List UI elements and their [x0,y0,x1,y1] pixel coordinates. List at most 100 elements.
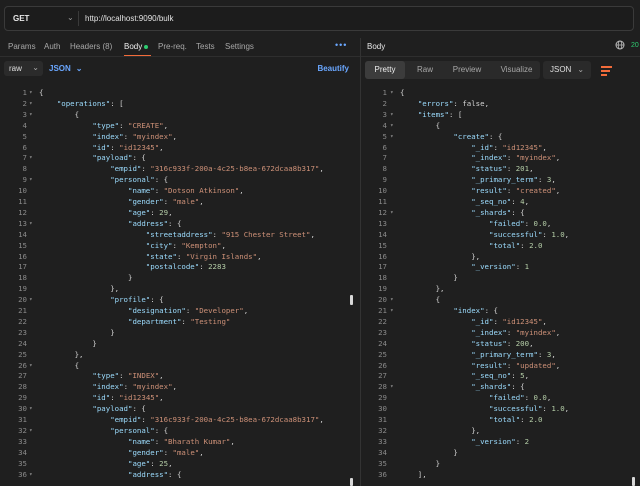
code-line[interactable]: 29 "id": "id12345", [0,392,360,403]
code-line[interactable]: 14 "successful": 1.0, [361,229,640,240]
code-line[interactable]: 36 ], [361,469,640,480]
fold-toggle-icon[interactable]: ▾ [29,109,33,120]
code-line[interactable]: 30 "successful": 1.0, [361,403,640,414]
code-line[interactable]: 15 "city": "Kempton", [0,240,360,251]
fold-toggle-icon[interactable]: ▾ [29,218,33,229]
code-line[interactable]: 31 "empid": "316c933f-200a-4c25-b8ea-672… [0,414,360,425]
code-line[interactable]: 13 "failed": 0.0, [361,218,640,229]
code-line[interactable]: 17 "_version": 1 [361,261,640,272]
code-line[interactable]: 27 "_seq_no": 5, [361,370,640,381]
code-line[interactable]: 5 ▾ "create": { [361,131,640,142]
fold-toggle-icon[interactable]: ▾ [390,294,394,305]
code-line[interactable]: 2 "errors": false, [361,98,640,109]
fold-toggle-icon[interactable]: ▾ [29,425,33,436]
view-tab-preview[interactable]: Preview [443,61,491,79]
beautify-button[interactable]: Beautify [317,64,349,73]
code-line[interactable]: 4 ▾ { [361,120,640,131]
code-line[interactable]: 20 ▾ { [361,294,640,305]
tab-body[interactable]: Body [124,42,149,51]
tab-pre-req[interactable]: Pre-req. [158,42,187,51]
code-line[interactable]: 16 }, [361,251,640,262]
code-line[interactable]: 19 }, [361,283,640,294]
code-line[interactable]: 6 "_id": "id12345", [361,142,640,153]
code-line[interactable]: 9 "_primary_term": 3, [361,174,640,185]
method-select[interactable]: GET [13,14,29,23]
code-line[interactable]: 36 ▾ "address": { [0,469,360,480]
code-line[interactable]: 10 "result": "created", [361,185,640,196]
code-line[interactable]: 20 ▾ "profile": { [0,294,360,305]
view-tab-pretty[interactable]: Pretty [365,61,405,79]
request-scrollbar-thumb-lower[interactable] [350,478,353,486]
code-line[interactable]: 24 } [0,338,360,349]
globe-icon[interactable] [615,40,625,52]
code-line[interactable]: 11 "gender": "male", [0,196,360,207]
fold-toggle-icon[interactable]: ▾ [29,360,33,371]
code-line[interactable]: 31 "total": 2.0 [361,414,640,425]
body-mode-select[interactable]: raw ⌄ [4,61,43,76]
code-line[interactable]: 26 "result": "updated", [361,360,640,371]
code-line[interactable]: 23 } [0,327,360,338]
code-line[interactable]: 2 ▾ "operations": [ [0,98,360,109]
code-line[interactable]: 32 }, [361,425,640,436]
tab-headers-8[interactable]: Headers (8) [70,42,112,51]
chevron-down-icon[interactable]: ⌄ [67,13,74,22]
fold-toggle-icon[interactable]: ▾ [29,87,33,98]
code-line[interactable]: 22 "department": "Testing" [0,316,360,327]
code-line[interactable]: 25 }, [0,349,360,360]
tab-params[interactable]: Params [8,42,36,51]
code-line[interactable]: 30 ▾ "payload": { [0,403,360,414]
response-format-select[interactable]: JSON ⌄ [543,61,591,79]
code-line[interactable]: 7 ▾ "payload": { [0,152,360,163]
code-line[interactable]: 29 "failed": 0.0, [361,392,640,403]
fold-toggle-icon[interactable]: ▾ [390,109,394,120]
code-line[interactable]: 10 "name": "Dotson Atkinson", [0,185,360,196]
code-line[interactable]: 8 "status": 201, [361,163,640,174]
fold-toggle-icon[interactable]: ▾ [390,120,394,131]
code-line[interactable]: 28 "index": "myindex", [0,381,360,392]
fold-toggle-icon[interactable]: ▾ [390,207,394,218]
code-line[interactable]: 27 "type": "INDEX", [0,370,360,381]
fold-toggle-icon[interactable]: ▾ [29,98,33,109]
code-line[interactable]: 9 ▾ "personal": { [0,174,360,185]
code-line[interactable]: 19 }, [0,283,360,294]
tab-settings[interactable]: Settings [225,42,254,51]
code-line[interactable]: 5 "index": "myindex", [0,131,360,142]
more-horizontal-icon[interactable]: ••• [335,40,347,50]
code-line[interactable]: 25 "_primary_term": 3, [361,349,640,360]
response-body-viewer[interactable]: 1 ▾{2 "errors": false, 3 ▾ "items": [4 ▾ {5 ▾… [361,87,640,486]
code-line[interactable]: 7 "_index": "myindex", [361,152,640,163]
code-line[interactable]: 11 "_seq_no": 4, [361,196,640,207]
tab-auth[interactable]: Auth [44,42,60,51]
code-line[interactable]: 1 ▾ { [0,87,360,98]
code-line[interactable]: 21 "designation": "Developer", [0,305,360,316]
code-line[interactable]: 8 "empid": "316c933f-200a-4c25-b8ea-672d… [0,163,360,174]
code-line[interactable]: 24 "status": 200, [361,338,640,349]
code-line[interactable]: 34 } [361,447,640,458]
code-line[interactable]: 12 "age": 29, [0,207,360,218]
fold-toggle-icon[interactable]: ▾ [390,381,394,392]
code-line[interactable]: 4 "type": "CREATE", [0,120,360,131]
fold-toggle-icon[interactable]: ▾ [29,403,33,414]
view-tab-raw[interactable]: Raw [409,61,441,79]
fold-toggle-icon[interactable]: ▾ [29,469,33,480]
response-status[interactable]: 20 [631,42,639,49]
tab-tests[interactable]: Tests [196,42,215,51]
code-line[interactable]: 18 } [361,272,640,283]
code-line[interactable]: 14 "streetaddress": "915 Chester Street"… [0,229,360,240]
code-line[interactable]: 6 "id": "id12345", [0,142,360,153]
code-line[interactable]: 22 "_id": "id12345", [361,316,640,327]
request-url-box[interactable]: GET ⌄ http://localhost:9090/bulk [4,6,634,31]
wrap-lines-icon[interactable] [597,61,617,79]
code-line[interactable]: 16 "state": "Virgin Islands", [0,251,360,262]
code-line[interactable]: 3 ▾ { [0,109,360,120]
fold-toggle-icon[interactable]: ▾ [29,174,33,185]
url-input[interactable]: http://localhost:9090/bulk [85,14,174,23]
code-line[interactable]: 28 ▾ "_shards": { [361,381,640,392]
code-line[interactable]: 13 ▾ "address": { [0,218,360,229]
request-body-editor[interactable]: 1 ▾{2 ▾ "operations": [3 ▾ {4 "type": "CREA… [0,87,360,486]
code-line[interactable]: 33 "name": "Bharath Kumar", [0,436,360,447]
response-body-label[interactable]: Body [367,42,385,51]
code-line[interactable]: 26 ▾ { [0,360,360,371]
fold-toggle-icon[interactable]: ▾ [390,87,394,98]
request-scrollbar-thumb[interactable] [350,295,353,305]
